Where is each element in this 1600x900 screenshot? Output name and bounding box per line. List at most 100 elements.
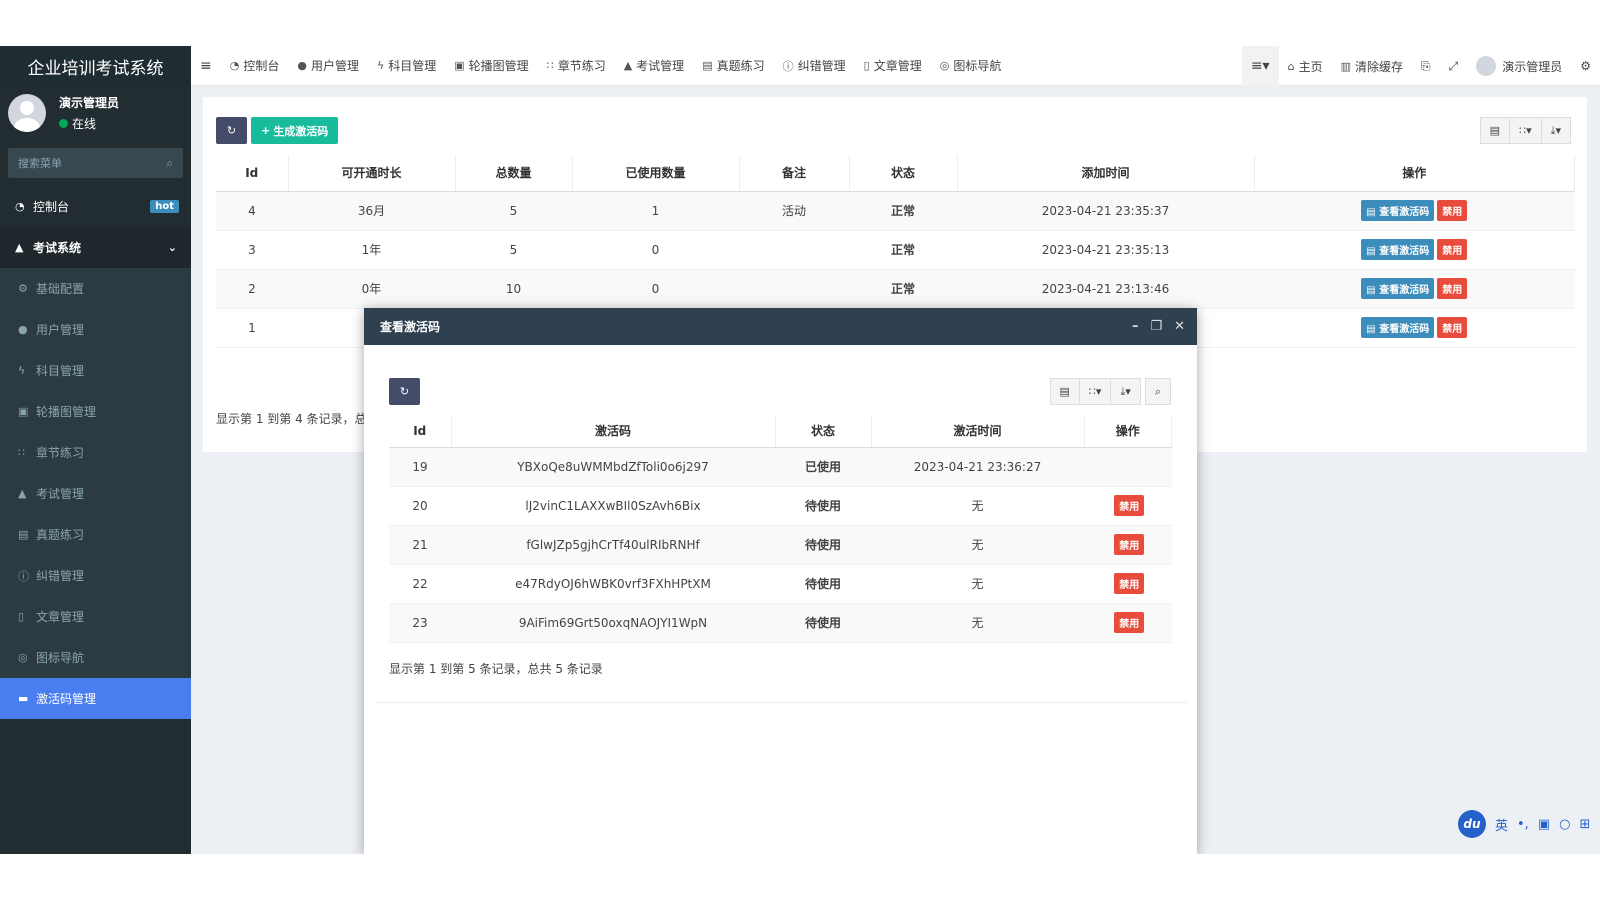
toggle-view-button[interactable]: ▤ (1479, 117, 1511, 144)
close-icon[interactable]: ✕ (1174, 319, 1185, 334)
table-row[interactable]: 23 9AiFim69Grt50oxqNAOJYI1WpN 待使用 无 禁用 (389, 603, 1172, 643)
disable-button[interactable]: 禁用 (1437, 200, 1468, 221)
refresh-button[interactable]: ↻ (216, 117, 247, 144)
nav-tab-dashboard[interactable]: ◔ 控制台 (221, 46, 289, 86)
nav-tab-articles[interactable]: ▯ 文章管理 (855, 46, 931, 86)
col-duration[interactable]: 可开通时长 (288, 155, 456, 192)
search-icon[interactable]: ⌕ (166, 156, 173, 171)
list-dropdown-icon: ≡▾ (1250, 58, 1270, 74)
disable-button[interactable]: 禁用 (1437, 278, 1468, 299)
modal-table-tools: ▤ ∷▾ ⤓▾ ⌕ (1049, 378, 1171, 405)
table-row[interactable]: 4 36月 5 1 活动 正常 2023-04-21 23:35:37 ▤ 查看… (216, 191, 1575, 231)
modal-refresh-button[interactable]: ↻ (389, 378, 420, 405)
col-total[interactable]: 总数量 (455, 155, 573, 192)
punctuation-icon[interactable]: •, (1517, 817, 1529, 832)
more-tabs-dropdown[interactable]: ≡▾ (1241, 46, 1279, 86)
view-codes-button[interactable]: ▤ 查看激活码 (1361, 200, 1435, 221)
sidebar-item-basic-config[interactable]: ⚙ 基础配置 (0, 268, 191, 309)
user-icon[interactable]: ○ (1559, 817, 1570, 832)
cell-duration: 36月 (288, 191, 455, 231)
sidebar-item-exams[interactable]: ▲ 考试管理 (0, 473, 191, 514)
cell-id: 20 (389, 486, 451, 526)
sidebar-item-activation-codes[interactable]: ▬ 激活码管理 (0, 678, 191, 719)
view-codes-button[interactable]: ▤ 查看激活码 (1361, 239, 1435, 260)
cell-remark: 活动 (739, 191, 849, 231)
toolbox-icon[interactable]: ▣ (1538, 817, 1550, 832)
minimize-icon[interactable]: – (1132, 319, 1139, 334)
col-remark[interactable]: 备注 (739, 155, 850, 192)
col-status[interactable]: 状态 (849, 155, 958, 192)
table-row[interactable]: 20 lJ2vinC1LAXXwBIl0SzAvh6Bix 待使用 无 禁用 (389, 486, 1172, 526)
col-id[interactable]: Id (216, 155, 289, 192)
nav-tab-chapter-practice[interactable]: ∷ 章节练习 (538, 46, 615, 86)
export-button[interactable]: ⤓▾ (1540, 117, 1571, 144)
top-navbar: ≡ ◔ 控制台 ● 用户管理 ϟ 科目管理 ▣ 轮播图管理 ∷ 章节练习 ▲ 考试管理 ▤ 真… (191, 46, 1600, 86)
sidebar-item-subjects[interactable]: ϟ 科目管理 (0, 350, 191, 391)
cell-time: 2023-04-21 23:35:37 (957, 191, 1254, 231)
cell-id: 21 (389, 525, 451, 565)
sidebar-search-input[interactable] (18, 156, 138, 170)
sidebar-item-users[interactable]: ● 用户管理 (0, 309, 191, 350)
view-codes-button[interactable]: ▤ 查看激活码 (1361, 317, 1435, 338)
export-button[interactable]: ⤓▾ (1110, 378, 1141, 405)
ime-lang[interactable]: 英 (1495, 815, 1508, 834)
search-button[interactable]: ⌕ (1144, 378, 1171, 405)
brand-title[interactable]: 企业培训考试系统 (0, 46, 191, 86)
nav-tab-exams[interactable]: ▲ 考试管理 (615, 46, 693, 86)
sidebar-item-chapter-practice[interactable]: ∷ 章节练习 (0, 432, 191, 473)
nav-tab-carousel[interactable]: ▣ 轮播图管理 (445, 46, 537, 86)
disable-button[interactable]: 禁用 (1114, 534, 1145, 555)
cell-actions: ▤ 查看激活码 禁用 (1254, 191, 1575, 231)
sidebar-item-articles[interactable]: ▯ 文章管理 (0, 596, 191, 637)
nav-tab-corrections[interactable]: ⓘ 纠错管理 (774, 46, 855, 86)
sidebar-item-icon-nav[interactable]: ◎ 图标导航 (0, 637, 191, 678)
clear-cache-button[interactable]: ▥ 清除缓存 (1332, 46, 1412, 86)
disable-button[interactable]: 禁用 (1437, 239, 1468, 260)
apps-grid-icon[interactable]: ⊞ (1579, 817, 1590, 832)
disable-button[interactable]: 禁用 (1114, 612, 1145, 633)
ime-logo[interactable]: du (1458, 810, 1486, 838)
cell-total: 10 (455, 269, 572, 309)
columns-button[interactable]: ∷▾ (1078, 378, 1112, 405)
disable-button[interactable]: 禁用 (1437, 317, 1468, 338)
cell-id: 23 (389, 603, 451, 643)
nav-tab-past-papers[interactable]: ▤ 真题练习 (693, 46, 773, 86)
fullscreen-button[interactable]: ⤢ (1440, 46, 1468, 86)
view-codes-button[interactable]: ▤ 查看激活码 (1361, 278, 1435, 299)
table-row[interactable]: 2 0年 10 0 正常 2023-04-21 23:13:46 ▤ 查看激活码… (216, 269, 1575, 309)
disable-button[interactable]: 禁用 (1114, 495, 1145, 516)
table-row[interactable]: 21 fGlwJZp5gjhCrTf40ulRIbRNHf 待使用 无 禁用 (389, 525, 1172, 565)
nav-tab-icon-nav[interactable]: ◎ 图标导航 (931, 46, 1011, 86)
col-added-time[interactable]: 添加时间 (957, 155, 1255, 192)
generate-code-button[interactable]: + 生成激活码 (251, 117, 339, 144)
sidebar-item-past-papers[interactable]: ▤ 真题练习 (0, 514, 191, 555)
table-tools: ▤ ∷▾ ⤓▾ (1479, 117, 1571, 144)
col-used[interactable]: 已使用数量 (572, 155, 740, 192)
sidebar-item-dashboard[interactable]: ◔ 控制台 hot (0, 186, 191, 227)
sidebar-item-corrections[interactable]: ⓘ 纠错管理 (0, 555, 191, 596)
sidebar-section-label: 考试系统 (33, 241, 82, 255)
modal-header[interactable]: 查看激活码 – ❐ ✕ (364, 308, 1197, 345)
table-row[interactable]: 3 1年 5 0 正常 2023-04-21 23:35:13 ▤ 查看激活码禁… (216, 230, 1575, 270)
col-activated-time[interactable]: 激活时间 (871, 415, 1085, 448)
nav-tab-users[interactable]: ● 用户管理 (288, 46, 368, 86)
col-id[interactable]: Id (389, 415, 452, 448)
disable-button[interactable]: 禁用 (1114, 573, 1145, 594)
toggle-view-button[interactable]: ▤ (1049, 378, 1080, 405)
menu-toggle-button[interactable]: ≡ (191, 46, 221, 86)
table-row[interactable]: 22 e47RdyOJ6hWBK0vrf3FXhHPtXM 待使用 无 禁用 (389, 564, 1172, 604)
table-icon: ▤ (1366, 324, 1380, 335)
home-link[interactable]: ⌂ 主页 (1279, 46, 1332, 86)
maximize-icon[interactable]: ❐ (1150, 319, 1162, 334)
col-code[interactable]: 激活码 (451, 415, 776, 448)
col-status[interactable]: 状态 (775, 415, 872, 448)
language-button[interactable]: ⎘ (1412, 46, 1440, 86)
settings-button[interactable]: ⚙ (1571, 46, 1600, 86)
sidebar-item-carousel[interactable]: ▣ 轮播图管理 (0, 391, 191, 432)
table-row[interactable]: 19 YBXoQe8uWMMbdZfToli0o6j297 已使用 2023-0… (389, 447, 1172, 487)
columns-button[interactable]: ∷▾ (1509, 117, 1542, 144)
admin-menu[interactable]: 演示管理员 (1467, 46, 1571, 86)
cell-actions: 禁用 (1084, 564, 1172, 604)
nav-tab-subjects[interactable]: ϟ 科目管理 (368, 46, 445, 86)
sidebar-section-exam[interactable]: ▲ 考试系统 ⌄ (0, 227, 191, 268)
